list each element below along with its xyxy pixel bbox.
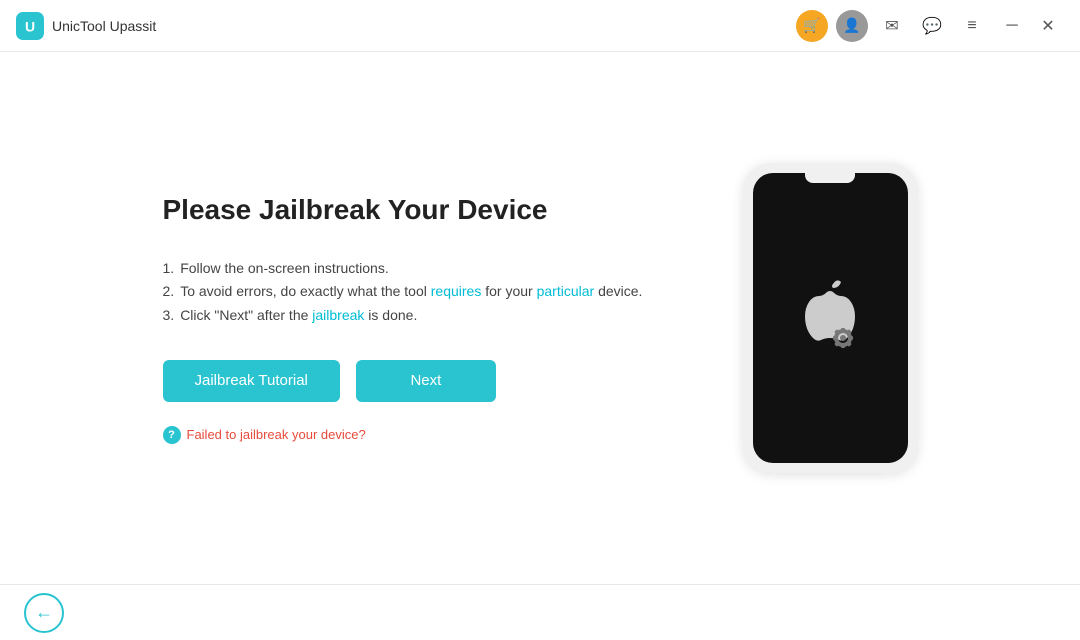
- apple-gear-icon: [795, 278, 865, 358]
- instruction-2: 2. To avoid errors, do exactly what the …: [163, 280, 663, 304]
- instruction-3: 3. Click "Next" after the jailbreak is d…: [163, 304, 663, 328]
- titlebar-actions: 🛒 👤 ✉ 💬 ≡: [796, 10, 988, 42]
- highlight-particular: particular: [537, 283, 595, 299]
- highlight-jailbreak: jailbreak: [312, 307, 364, 323]
- phone-notch: [805, 173, 855, 183]
- jailbreak-tutorial-button[interactable]: Jailbreak Tutorial: [163, 360, 340, 402]
- instruction-1-num: 1.: [163, 257, 175, 281]
- main-content: Please Jailbreak Your Device 1. Follow t…: [0, 52, 1080, 584]
- left-panel: Please Jailbreak Your Device 1. Follow t…: [163, 192, 663, 444]
- fail-link-text: Failed to jailbreak your device?: [187, 427, 366, 442]
- titlebar: U UnicTool Upassit 🛒 👤 ✉ 💬 ≡ ─ ✕: [0, 0, 1080, 52]
- window-controls: ─ ✕: [996, 10, 1064, 42]
- svg-text:U: U: [25, 18, 35, 34]
- menu-button[interactable]: ≡: [956, 10, 988, 42]
- apple-logo-svg: [795, 278, 865, 358]
- instruction-2-num: 2.: [163, 280, 175, 304]
- button-row: Jailbreak Tutorial Next: [163, 360, 663, 402]
- chat-button[interactable]: 💬: [916, 10, 948, 42]
- question-icon: ?: [163, 426, 181, 444]
- page-heading: Please Jailbreak Your Device: [163, 192, 663, 228]
- highlight-requires: requires: [431, 283, 482, 299]
- mail-button[interactable]: ✉: [876, 10, 908, 42]
- instruction-3-text: Click "Next" after the jailbreak is done…: [180, 304, 417, 328]
- phone-screen: [753, 173, 908, 463]
- right-panel: [743, 163, 918, 473]
- instruction-3-num: 3.: [163, 304, 175, 328]
- instructions-list: 1. Follow the on-screen instructions. 2.…: [163, 257, 663, 328]
- instruction-1-text: Follow the on-screen instructions.: [180, 257, 389, 281]
- user-button[interactable]: 👤: [836, 10, 868, 42]
- bottom-bar: ←: [0, 584, 1080, 640]
- cart-button[interactable]: 🛒: [796, 10, 828, 42]
- back-icon: ←: [35, 602, 53, 623]
- instruction-2-text: To avoid errors, do exactly what the too…: [180, 280, 642, 304]
- phone-mockup: [743, 163, 918, 473]
- fail-link[interactable]: ? Failed to jailbreak your device?: [163, 426, 663, 444]
- instruction-1: 1. Follow the on-screen instructions.: [163, 257, 663, 281]
- close-button[interactable]: ✕: [1032, 10, 1064, 42]
- app-logo: U: [16, 12, 44, 40]
- next-button[interactable]: Next: [356, 360, 496, 402]
- back-button[interactable]: ←: [24, 593, 64, 633]
- app-title: UnicTool Upassit: [52, 18, 156, 34]
- minimize-button[interactable]: ─: [996, 10, 1028, 42]
